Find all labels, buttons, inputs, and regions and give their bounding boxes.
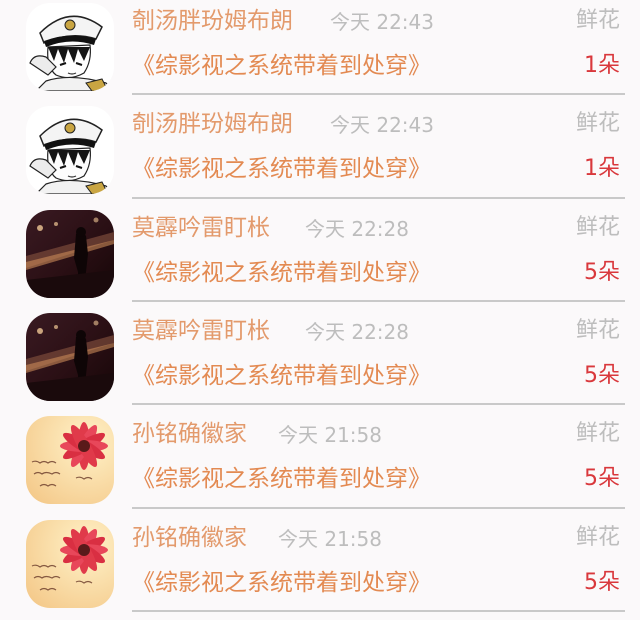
book-title-link[interactable]: 《综影视之系统带着到处穿》 [132, 567, 431, 599]
row-divider [132, 506, 625, 509]
user-name[interactable]: 剞汤胖玢姆布朗 [132, 109, 293, 139]
row-divider [132, 93, 625, 96]
gift-type-label: 鲜花 [575, 8, 620, 33]
book-title-link[interactable]: 《综影视之系统带着到处穿》 [132, 257, 431, 289]
row-divider [132, 403, 625, 406]
book-title-link[interactable]: 《综影视之系统带着到处穿》 [132, 50, 431, 82]
gift-time: 今天 21:58 [278, 423, 382, 448]
user-avatar[interactable] [26, 3, 114, 91]
gift-count: 1朵 [584, 53, 620, 78]
user-name[interactable]: 孙铭确徽家 [132, 419, 247, 449]
gift-type-label: 鲜花 [575, 317, 620, 343]
night-street-avatar-icon [26, 312, 114, 401]
book-title-link[interactable]: 《综影视之系统带着到处穿》 [132, 153, 431, 185]
red-flower-avatar-icon [26, 416, 114, 505]
gift-type-label: 鲜花 [575, 524, 620, 550]
gift-count: 5朵 [584, 259, 620, 285]
user-avatar[interactable] [26, 209, 114, 298]
gift-time: 今天 22:43 [330, 10, 434, 34]
gift-time: 今天 22:43 [330, 113, 434, 138]
gift-list-item[interactable]: 莫霹吟雷盯枨 今天 22:28 鲜花 《综影视之系统带着到处穿》 5朵 [0, 207, 640, 310]
user-avatar[interactable] [26, 416, 114, 505]
flower-gift-list: 剞汤胖玢姆布朗 今天 22:43 鲜花 《综影视之系统带着到处穿》 1朵 剞汤胖… [0, 0, 640, 620]
gift-list-item[interactable]: 莫霹吟雷盯枨 今天 22:28 鲜花 《综影视之系统带着到处穿》 5朵 [0, 310, 640, 413]
gift-time: 今天 21:58 [278, 526, 382, 551]
gift-type-label: 鲜花 [575, 421, 620, 447]
user-avatar[interactable] [26, 106, 114, 195]
row-divider [132, 299, 625, 302]
row-divider [132, 609, 625, 612]
gift-type-label: 鲜花 [575, 111, 620, 137]
gift-count: 1朵 [584, 156, 620, 182]
night-street-avatar-icon [26, 209, 114, 298]
user-name[interactable]: 剞汤胖玢姆布朗 [132, 6, 293, 36]
user-name[interactable]: 莫霹吟雷盯枨 [132, 213, 270, 243]
user-name[interactable]: 孙铭确徽家 [132, 523, 247, 553]
red-flower-avatar-icon [26, 519, 114, 608]
gift-type-label: 鲜花 [575, 214, 620, 240]
gift-count: 5朵 [584, 466, 620, 492]
gift-list-item[interactable]: 孙铭确徽家 今天 21:58 鲜花 《综影视之系统带着到处穿》 5朵 [0, 413, 640, 516]
user-name[interactable]: 莫霹吟雷盯枨 [132, 316, 270, 346]
sailor-boy-avatar-icon [26, 3, 114, 91]
gift-list-item[interactable]: 孙铭确徽家 今天 21:58 鲜花 《综影视之系统带着到处穿》 5朵 [0, 517, 640, 620]
book-title-link[interactable]: 《综影视之系统带着到处穿》 [132, 463, 431, 495]
gift-time: 今天 22:28 [305, 319, 409, 344]
row-divider [132, 196, 625, 199]
gift-count: 5朵 [584, 569, 620, 595]
gift-list-item[interactable]: 剞汤胖玢姆布朗 今天 22:43 鲜花 《综影视之系统带着到处穿》 1朵 [0, 103, 640, 206]
sailor-boy-avatar-icon [26, 106, 114, 195]
gift-time: 今天 22:28 [305, 216, 409, 241]
gift-count: 5朵 [584, 362, 620, 388]
gift-list-item[interactable]: 剞汤胖玢姆布朗 今天 22:43 鲜花 《综影视之系统带着到处穿》 1朵 [0, 0, 640, 103]
book-title-link[interactable]: 《综影视之系统带着到处穿》 [132, 360, 431, 392]
user-avatar[interactable] [26, 312, 114, 401]
user-avatar[interactable] [26, 519, 114, 608]
